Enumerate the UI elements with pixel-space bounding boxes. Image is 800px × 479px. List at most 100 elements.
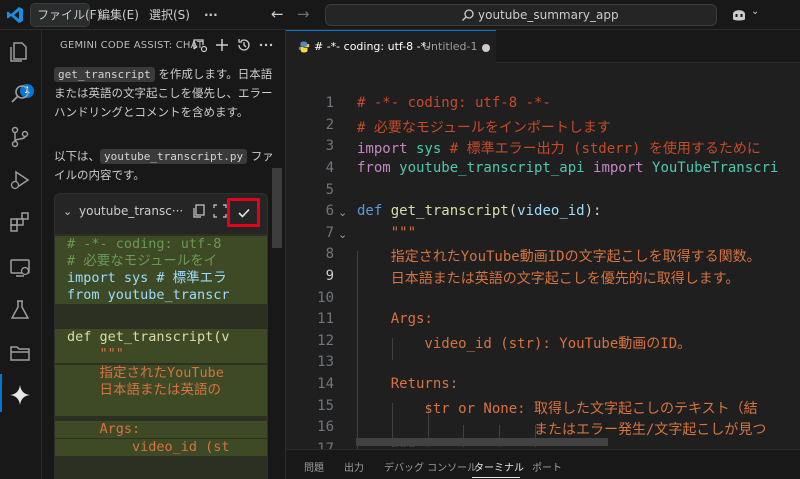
diff-view-icon[interactable] <box>213 204 227 218</box>
search-icon <box>462 9 474 21</box>
fold-chevron-icon[interactable]: ⌄ <box>338 206 347 219</box>
code-line: from youtube_transcr <box>55 287 267 304</box>
forward-arrow-icon[interactable]: → <box>297 5 310 23</box>
chevron-down-icon[interactable]: ⌄ <box>751 6 759 17</box>
code-line: # 必要なモジュールをイ <box>55 253 267 270</box>
history-icon[interactable] <box>236 37 252 53</box>
checkmark-icon <box>238 208 250 218</box>
vscode-logo-icon[interactable] <box>6 6 24 24</box>
code-line-6: def get_transcript(video_id): <box>357 203 601 219</box>
chat-panel-title: GEMINI CODE ASSIST: CHAT <box>60 40 204 51</box>
search-icon[interactable] <box>8 82 32 106</box>
code-suggestion-card: ⌄ youtube_transc··· # -*- coding: utf-8 … <box>54 193 268 479</box>
code-card-filename: youtube_transc··· <box>79 204 184 218</box>
remote-explorer-icon[interactable] <box>8 256 32 280</box>
copilot-icon[interactable] <box>730 6 748 24</box>
tab-problems[interactable]: 問題 <box>304 459 324 474</box>
tab-description: Untitled-1 <box>423 40 478 53</box>
line-number: 10 <box>317 290 334 306</box>
tab-ports[interactable]: ポート <box>532 459 562 474</box>
chat-message-text: 以下は、 <box>54 149 100 163</box>
tab-terminal[interactable]: ターミナル <box>474 459 524 474</box>
activity-bar: 1 <box>0 30 42 479</box>
code-line-4: from youtube_transcript_api import YouTu… <box>357 160 778 176</box>
line-number: 15 <box>317 398 334 414</box>
keyword-def: def <box>357 203 383 219</box>
line-number-current: 9 <box>325 268 334 284</box>
code-line-1: # -*- coding: utf-8 -*- <box>357 95 551 111</box>
chat-message-paragraph: get_transcript を作成します。日本語または英語の文字起こしを優先し… <box>54 65 274 122</box>
fold-chevron-icon[interactable]: ⌄ <box>338 228 347 241</box>
inline-comment: # 標準エラー出力 (stderr) を使用するために <box>449 141 761 157</box>
line-number: 12 <box>317 333 334 349</box>
line-number: 6 <box>325 203 334 219</box>
testing-flask-icon[interactable] <box>8 298 32 322</box>
line-number: 8 <box>325 246 334 262</box>
menu-more[interactable]: ··· <box>198 4 220 26</box>
inline-code-function: get_transcript <box>54 67 155 82</box>
add-icon[interactable] <box>214 37 230 53</box>
paren: ): <box>584 203 602 219</box>
line-number: 5 <box>325 182 334 198</box>
line-number: 13 <box>317 354 334 370</box>
code-line-9: 日本語または英語の文字起こしを優先的に取得します。 <box>357 271 740 287</box>
chat-message-paragraph: 以下は、 youtube_transcript.py ファイルの内容です。 <box>54 147 274 185</box>
code-line: 日本語または英語の <box>55 382 267 399</box>
gemini-sparkle-icon[interactable] <box>8 383 32 407</box>
workspace-title: youtube_summary_app <box>478 8 619 22</box>
code-line-14: Returns: <box>357 376 459 392</box>
extensions-icon[interactable] <box>8 210 32 234</box>
line-number: 4 <box>325 160 334 176</box>
code-card-body: # -*- coding: utf-8 # 必要なモジュールをイ import … <box>55 234 267 479</box>
parameter: video_id <box>517 203 585 219</box>
back-arrow-icon[interactable]: ← <box>271 5 284 23</box>
editor-tab-bar: # -*- coding: utf-8 -*- Untitled-1 <box>286 30 800 63</box>
module-name: youtube_transcript_api <box>390 160 594 176</box>
code-line-16: またはエラー発生/文字起こしが見つ <box>357 422 767 438</box>
panel-tab-bar: 問題 出力 デバッグ コンソール ターミナル ポート <box>286 449 800 479</box>
apply-code-button[interactable] <box>227 198 260 227</box>
code-line: Args: <box>55 421 267 438</box>
run-debug-icon[interactable] <box>8 168 32 192</box>
new-chat-icon[interactable] <box>192 37 208 53</box>
more-actions-icon[interactable] <box>258 37 274 53</box>
paren: ( <box>508 203 518 219</box>
menu-selection[interactable]: 選択(S) <box>143 4 195 26</box>
source-control-icon[interactable] <box>8 125 32 149</box>
code-line-7: """ <box>357 225 417 241</box>
line-number: 16 <box>317 419 334 435</box>
code-card-header: ⌄ youtube_transc··· <box>55 194 267 230</box>
docstring-text: 取得した文字起こしのテキスト（結 <box>534 401 758 417</box>
gemini-chat-panel: GEMINI CODE ASSIST: CHAT get_transcript … <box>42 30 286 479</box>
code-line-3: import sys # 標準エラー出力 (stderr) を使用するために <box>357 138 761 158</box>
module-name: sys <box>407 141 450 157</box>
code-line: def get_transcript(v <box>55 329 267 346</box>
explorer-icon[interactable] <box>8 40 32 64</box>
code-line-11: Args: <box>357 311 433 327</box>
folder-icon[interactable] <box>8 341 32 365</box>
line-number: 11 <box>317 311 334 327</box>
line-number: 1 <box>325 95 334 111</box>
collapse-chevron-icon[interactable]: ⌄ <box>63 205 72 218</box>
keyword-from: from <box>357 160 391 176</box>
tab-debug-console[interactable]: デバッグ コンソール <box>384 459 477 474</box>
horizontal-scrollbar[interactable] <box>356 438 608 446</box>
code-editor[interactable]: 1 2 3 4 5 6 7 8 9 10 11 12 13 14 15 16 1… <box>286 63 800 449</box>
code-line: # -*- coding: utf-8 <box>55 236 267 253</box>
copy-icon[interactable] <box>192 204 206 218</box>
keyword-import: import <box>593 160 644 176</box>
editor-tab-untitled-1[interactable]: # -*- coding: utf-8 -*- Untitled-1 <box>286 30 496 63</box>
python-file-icon <box>298 41 310 53</box>
menu-edit[interactable]: 編集(E) <box>92 4 139 26</box>
command-center-search[interactable]: youtube_summary_app <box>325 4 717 26</box>
code-line-15: str or None: 取得した文字起こしのテキスト（結 <box>357 398 758 418</box>
unsaved-dot-icon[interactable] <box>482 44 490 52</box>
code-line-8: 指定されたYouTube動画IDの文字起こしを取得する関数。 <box>357 249 761 265</box>
code-line-12: video_id (str): YouTube動画のID。 <box>357 336 692 352</box>
docstring-text: str or None: <box>357 401 535 417</box>
tab-output[interactable]: 出力 <box>344 459 364 474</box>
function-name: get_transcript <box>382 203 509 219</box>
menu-file[interactable]: ファイル(F) <box>30 3 101 27</box>
chat-scrollbar[interactable] <box>272 168 282 248</box>
